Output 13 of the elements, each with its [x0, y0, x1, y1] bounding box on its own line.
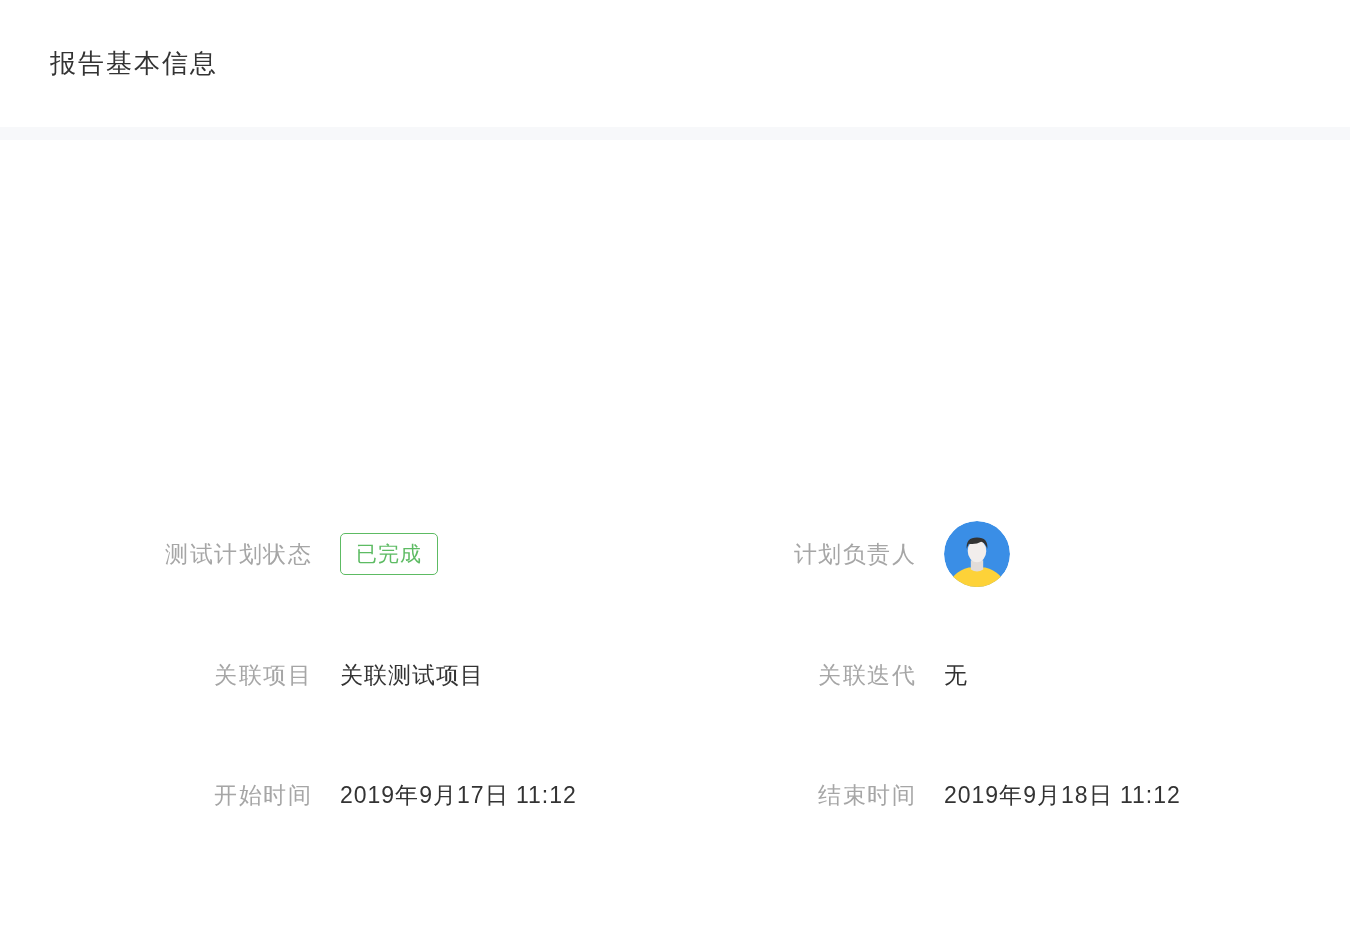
user-avatar-icon — [944, 521, 1010, 587]
field-label: 计划负责人 — [792, 539, 916, 569]
field-value: 无 — [944, 660, 968, 690]
field-label: 测试计划状态 — [164, 539, 312, 569]
field-label: 开始时间 — [213, 780, 312, 810]
field-label: 关联项目 — [213, 660, 312, 690]
status-tag: 已完成 — [340, 533, 438, 575]
field-value: 2019年9月17日 11:12 — [340, 780, 577, 810]
section-title: 报告基本信息 — [50, 47, 218, 80]
field-label: 结束时间 — [817, 780, 916, 810]
field-label: 关联迭代 — [817, 660, 916, 690]
field-value: 2019年9月18日 11:12 — [944, 780, 1181, 810]
field-value: 关联测试项目 — [340, 660, 484, 690]
